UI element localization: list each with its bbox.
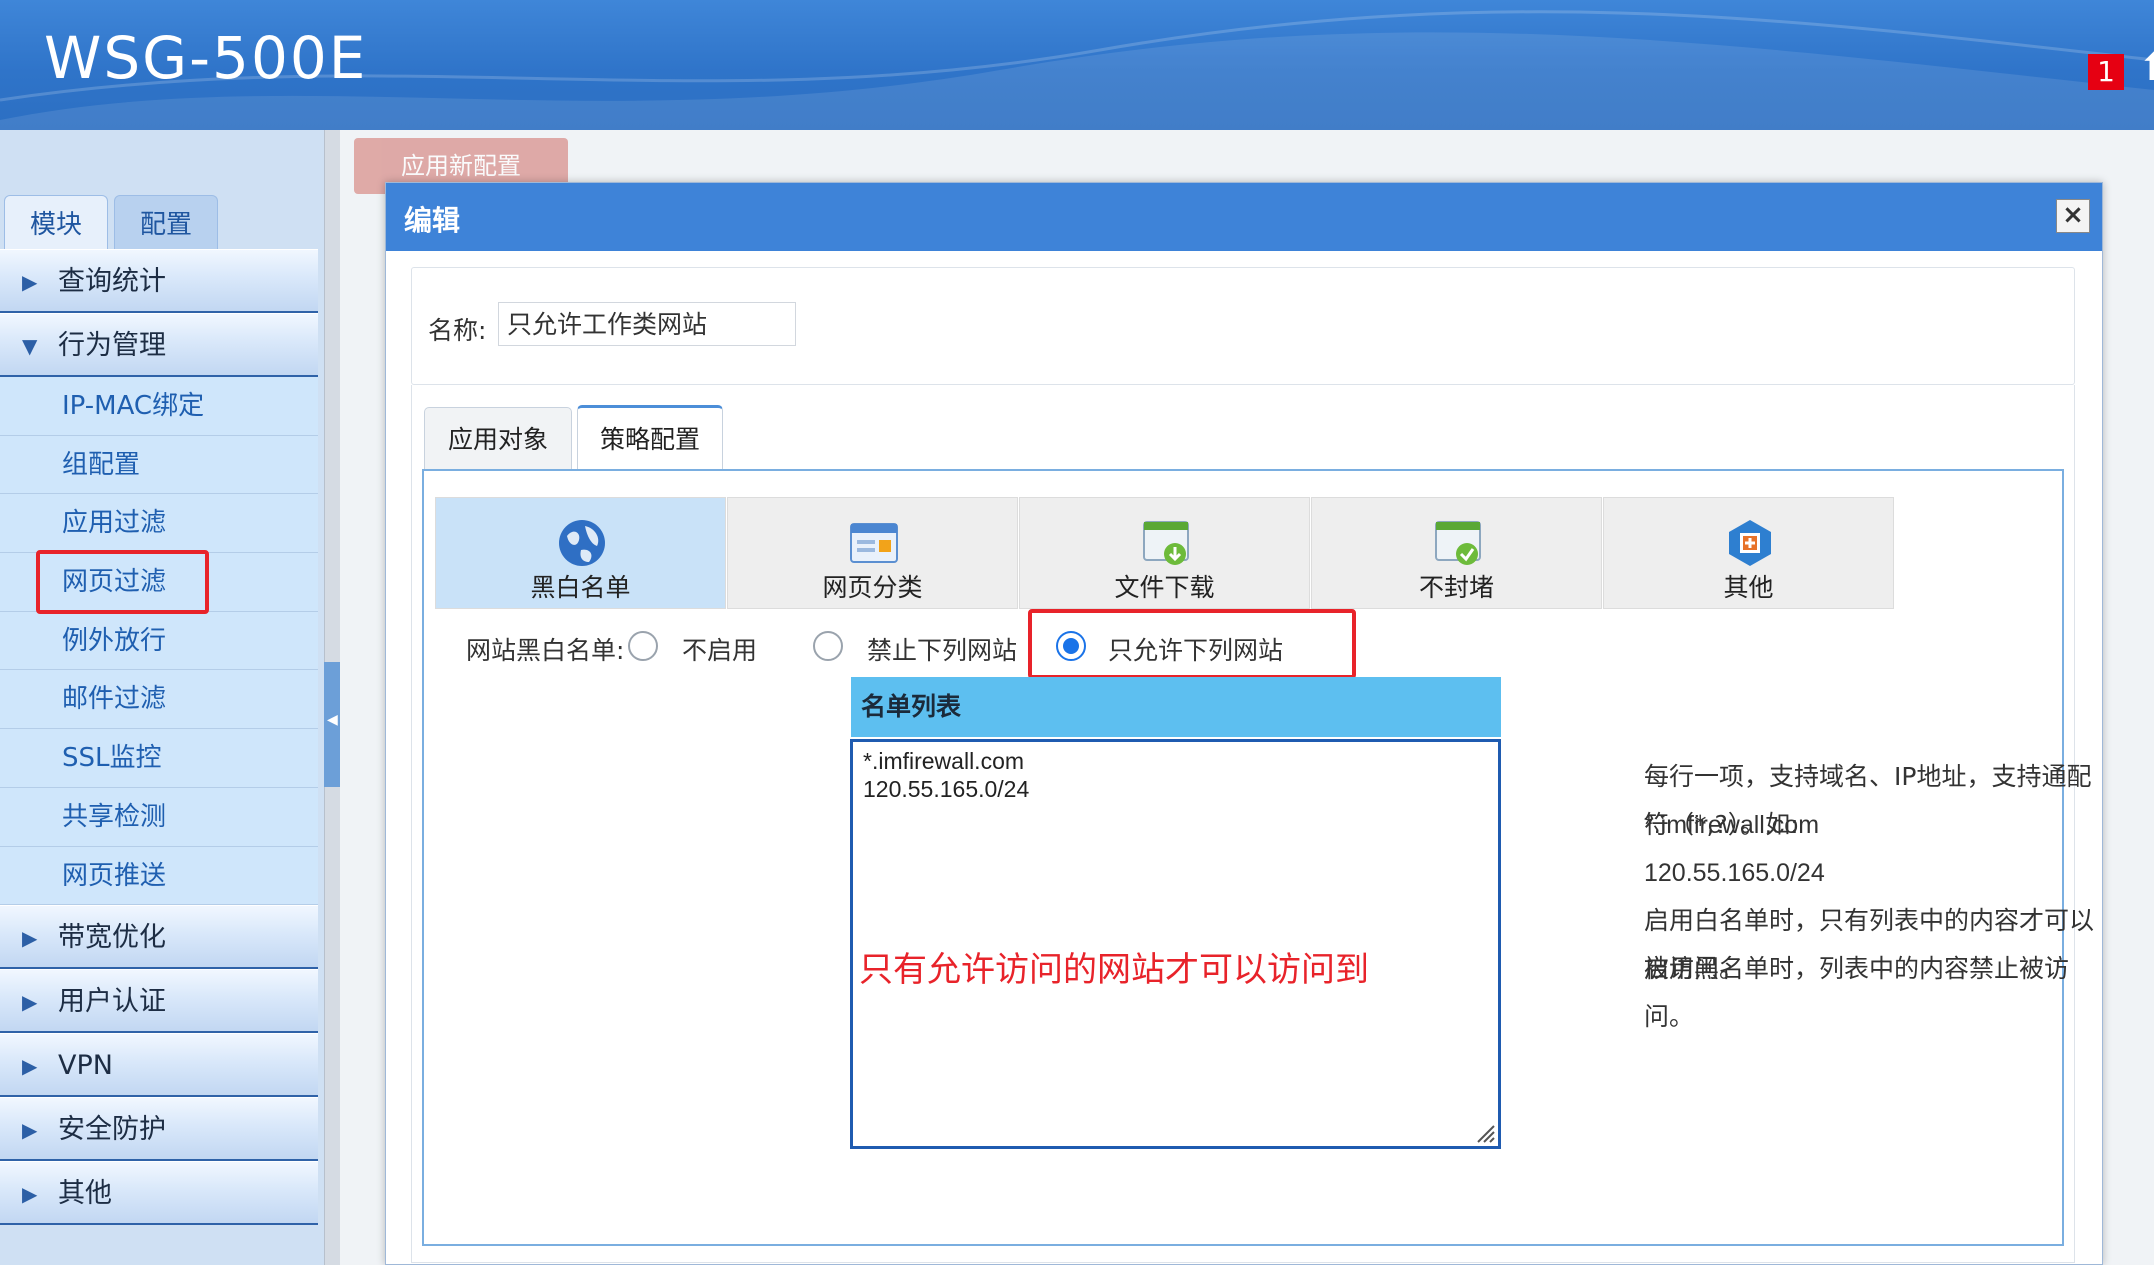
name-label: 名称: xyxy=(428,316,487,345)
web-filter-highlight-box xyxy=(36,550,209,614)
category-file-download[interactable]: 文件下载 xyxy=(1019,497,1310,609)
radio-disable-label[interactable]: 不启用 xyxy=(682,631,757,667)
sidebar-group-behavior[interactable]: ▼ 行为管理 xyxy=(0,313,318,377)
group-label: 用户认证 xyxy=(58,986,166,1018)
globe-icon xyxy=(559,520,605,566)
resize-grip-icon[interactable] xyxy=(1472,1120,1496,1144)
allow-only-highlight-box xyxy=(1028,609,1356,679)
sidebar-item-group-config[interactable]: 组配置 xyxy=(0,435,318,495)
notification-badge[interactable]: 1 xyxy=(2088,54,2124,90)
name-input[interactable]: 只允许工作类网站 xyxy=(498,302,796,346)
triangle-right-icon: ▶ xyxy=(22,1054,38,1079)
sidebar-group-auth[interactable]: ▶ 用户认证 xyxy=(0,969,318,1034)
sidebar-group-security[interactable]: ▶ 安全防护 xyxy=(0,1097,318,1162)
category-no-block[interactable]: 不封堵 xyxy=(1311,497,1602,609)
category-label: 其他 xyxy=(1723,573,1774,602)
triangle-right-icon: ▶ xyxy=(22,990,38,1015)
group-label: 其他 xyxy=(58,1178,112,1210)
triangle-right-icon: ▶ xyxy=(22,926,38,951)
category-label: 黑白名单 xyxy=(530,573,631,602)
file-download-icon xyxy=(1143,521,1189,565)
dialog-title: 编辑 xyxy=(386,183,2102,251)
category-blackwhite-list[interactable]: 黑白名单 xyxy=(435,497,726,609)
category-label: 网页分类 xyxy=(822,573,923,602)
sidebar-item-mail-filter[interactable]: 邮件过滤 xyxy=(0,670,318,730)
site-list-textarea[interactable]: *.imfirewall.com 120.55.165.0/24 只有允许访问的… xyxy=(850,739,1501,1149)
sidebar: 模块 配置 ▶ 查询统计 ▼ 行为管理 IP-MAC绑定 组配置 应用过滤 网页过滤… xyxy=(0,130,324,1265)
category-label: 文件下载 xyxy=(1114,573,1215,602)
triangle-right-icon: ▶ xyxy=(22,1182,38,1207)
tab-policy-config[interactable]: 策略配置 xyxy=(577,405,723,469)
whitelist-mode-label: 网站黑白名单: xyxy=(466,636,625,665)
sidebar-tab-config[interactable]: 配置 xyxy=(114,195,218,249)
sidebar-item-ip-mac[interactable]: IP-MAC绑定 xyxy=(0,377,318,436)
category-other[interactable]: 其他 xyxy=(1603,497,1894,609)
sidebar-item-app-filter[interactable]: 应用过滤 xyxy=(0,494,318,554)
group-label: 安全防护 xyxy=(58,1114,166,1146)
sidebar-item-web-push[interactable]: 网页推送 xyxy=(0,846,318,906)
radio-block-listed-label[interactable]: 禁止下列网站 xyxy=(867,631,1017,667)
radio-block-listed[interactable] xyxy=(813,631,843,661)
triangle-right-icon: ▶ xyxy=(22,270,38,294)
chevron-left-icon: ◀ xyxy=(327,712,338,728)
dialog-title-text: 编辑 xyxy=(404,204,461,237)
other-icon xyxy=(1729,520,1771,566)
radio-disable[interactable] xyxy=(628,631,658,661)
sidebar-tabs: 模块 配置 xyxy=(0,195,324,249)
triangle-right-icon: ▶ xyxy=(22,1118,38,1143)
sidebar-tab-modules[interactable]: 模块 xyxy=(4,195,108,249)
help-line: 120.55.165.0/24 xyxy=(1644,859,1825,887)
list-header: 名单列表 xyxy=(851,677,1501,737)
list-line: 120.55.165.0/24 xyxy=(863,776,1030,802)
annotation-note: 只有允许访问的网站才可以访问到 xyxy=(859,950,1369,990)
web-category-icon xyxy=(850,523,898,563)
sidebar-item-ssl-monitor[interactable]: SSL监控 xyxy=(0,729,318,788)
list-line: *.imfirewall.com xyxy=(863,748,1025,774)
group-label: 行为管理 xyxy=(58,330,166,361)
group-label: 查询统计 xyxy=(58,266,166,297)
no-block-icon xyxy=(1435,521,1481,565)
group-label: VPN xyxy=(58,1050,113,1082)
help-text: 每行一项，支持域名、IP地址，支持通配符（*,?）。如: *.imfirewal… xyxy=(1644,753,2102,1031)
sidebar-item-share-detect[interactable]: 共享检测 xyxy=(0,787,318,847)
brand-logo: WSG-500E xyxy=(44,24,368,92)
triangle-down-icon: ▼ xyxy=(22,334,38,358)
top-header: WSG-500E 1 ⬆ xyxy=(0,0,2154,130)
collapse-handle[interactable]: ◀ xyxy=(324,662,340,787)
category-label: 不封堵 xyxy=(1418,573,1494,602)
sidebar-item-exception[interactable]: 例外放行 xyxy=(0,611,318,671)
category-web-classify[interactable]: 网页分类 xyxy=(727,497,1018,609)
sidebar-group-bandwidth[interactable]: ▶ 带宽优化 xyxy=(0,905,318,970)
group-label: 带宽优化 xyxy=(58,922,166,954)
up-arrow-icon[interactable]: ⬆ xyxy=(2138,48,2154,86)
help-line: 启用白名单时，只有列表中的内容才可以被访问。 xyxy=(1644,906,2095,983)
tab-apply-object[interactable]: 应用对象 xyxy=(424,407,572,469)
sidebar-menu: ▶ 查询统计 ▼ 行为管理 IP-MAC绑定 组配置 应用过滤 网页过滤 例外放行 … xyxy=(0,249,318,1226)
help-line: 启用黑名单时，列表中的内容禁止被访问。 xyxy=(1644,954,2070,1031)
sidebar-group-vpn[interactable]: ▶ VPN xyxy=(0,1033,318,1098)
sidebar-group-query-stats[interactable]: ▶ 查询统计 xyxy=(0,249,318,313)
help-line: 每行一项，支持域名、IP地址，支持通配符（*,?）。如: xyxy=(1644,762,2092,839)
close-button[interactable]: × xyxy=(2056,199,2090,233)
sidebar-group-other[interactable]: ▶ 其他 xyxy=(0,1161,318,1226)
edit-dialog: 编辑 × 名称: 只允许工作类网站 应用对象 策略配置 黑白名单 网页分类 文件… xyxy=(385,182,2103,1265)
help-line: *.imfirewall.com xyxy=(1644,811,1820,839)
